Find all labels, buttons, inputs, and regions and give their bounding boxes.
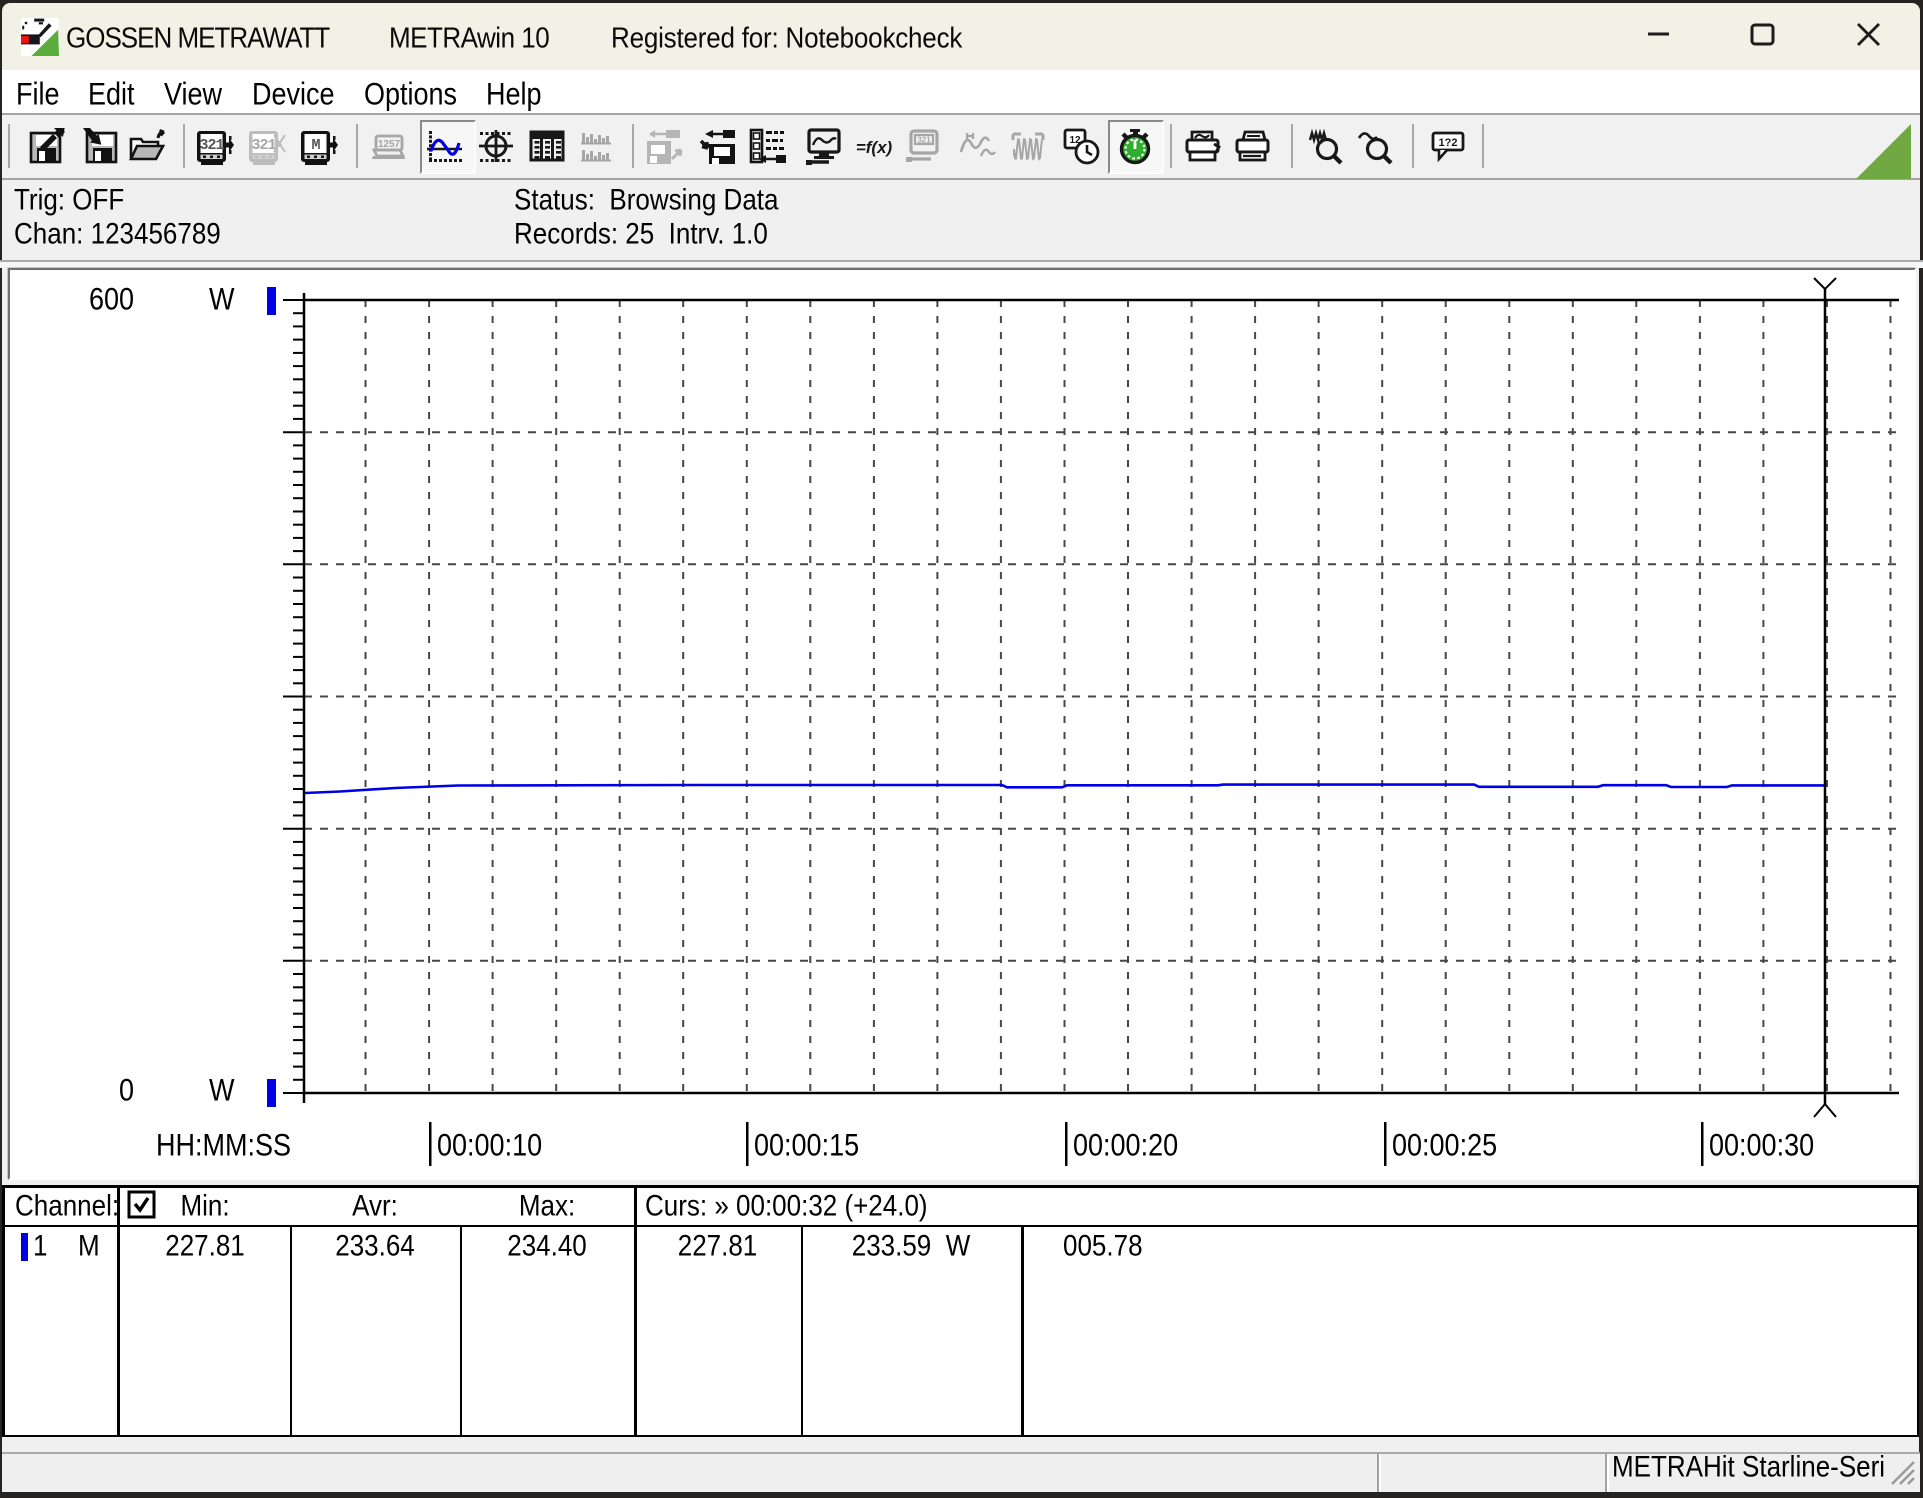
svg-text:=f(x): =f(x) (856, 138, 893, 157)
svg-text:321: 321 (917, 136, 931, 145)
svg-text:321: 321 (251, 137, 276, 154)
svg-text:1257: 1257 (378, 139, 401, 150)
svg-text:M: M (311, 137, 320, 154)
svg-text:321: 321 (199, 137, 224, 154)
svg-text:1?2: 1?2 (1439, 137, 1458, 149)
